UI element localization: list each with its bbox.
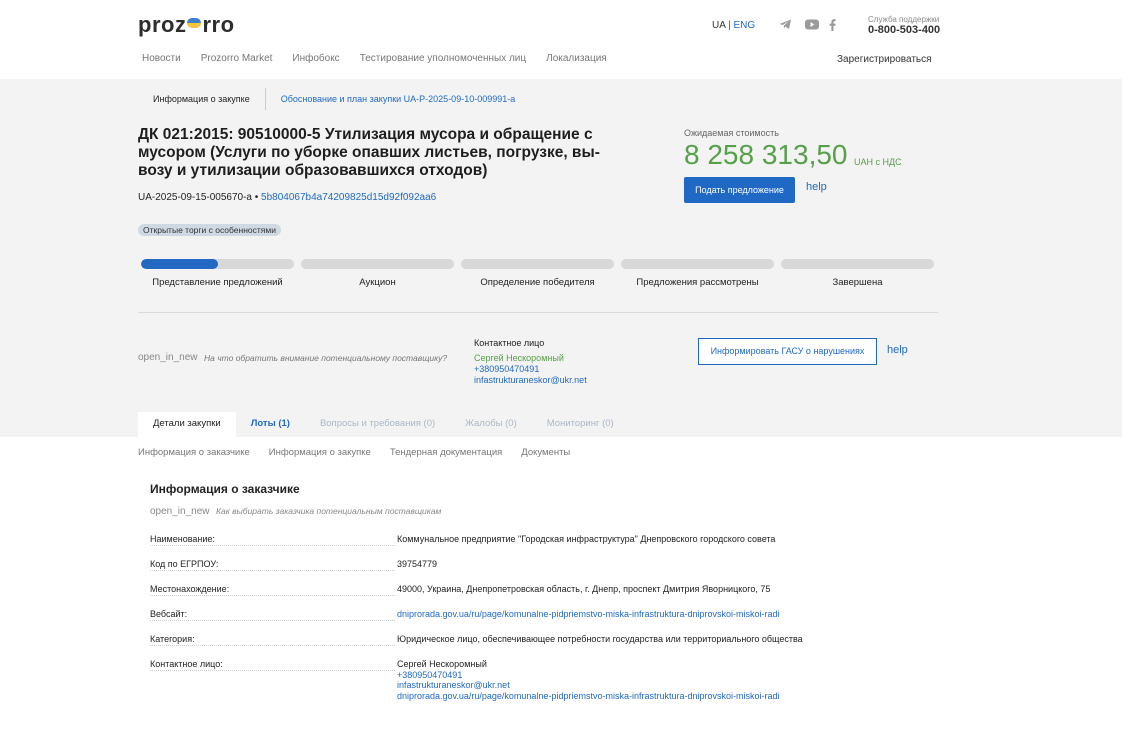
nav-news[interactable]: Новости — [142, 53, 181, 64]
tender-hash[interactable]: 5b804067b4a74209825d15d92f092aa6 — [261, 192, 436, 203]
website-link[interactable]: dniprorada.gov.ua/ru/page/komunalne-pidp… — [397, 609, 837, 620]
nav-prozorro-market[interactable]: Prozorro Market — [201, 53, 273, 64]
info-key: Категория: — [150, 634, 395, 646]
tab-lots[interactable]: Лоты (1) — [236, 412, 305, 437]
nav-localization[interactable]: Локализация — [546, 53, 607, 64]
contact-email[interactable]: infastrukturaneskor@ukr.net — [474, 375, 587, 386]
report-violation-button[interactable]: Информировать ГАСУ о нарушениях — [698, 338, 877, 365]
stage-bar — [301, 259, 454, 269]
id-separator: • — [254, 192, 259, 203]
section-anchors: Информация о заказчике Информация о заку… — [138, 447, 589, 458]
anchor-tender-docs[interactable]: Тендерная документация — [390, 447, 502, 458]
stage-label: Предложения рассмотрены — [636, 277, 759, 288]
lang-separator: | — [728, 20, 731, 31]
info-value: 39754779 — [397, 559, 438, 569]
breadcrumb: Информация о закупке Обоснование и план … — [138, 87, 515, 111]
tab-details[interactable]: Детали закупки — [138, 412, 236, 437]
telegram-icon[interactable] — [779, 19, 792, 33]
info-value: Коммунальное предприятие "Городская инфр… — [397, 534, 776, 544]
stage-bar-fill — [141, 259, 218, 269]
info-key: Вебсайт: — [150, 609, 395, 621]
site-header: proz rro UA | ENG Служба поддержки 0-800-… — [0, 0, 1122, 79]
lang-ua[interactable]: UA — [712, 20, 725, 31]
stage-label: Представление предложений — [152, 277, 283, 288]
customer-hint-link[interactable]: Как выбирать заказчика потенциальным пос… — [216, 506, 441, 516]
open-in-new-icon[interactable]: open_in_new — [150, 506, 210, 517]
contact-name: Сергей Нескоромный — [474, 353, 564, 363]
stage-label: Определение победителя — [480, 277, 595, 288]
anchor-tender-info[interactable]: Информация о закупке — [269, 447, 371, 458]
info-key: Контактное лицо: — [150, 659, 395, 671]
support-phone[interactable]: 0-800-503-400 — [868, 24, 940, 36]
info-key: Местонахождение: — [150, 584, 395, 596]
submit-offer-button[interactable]: Подать предложение — [684, 177, 795, 203]
tab-complaints[interactable]: Жалобы (0) — [450, 412, 532, 437]
contact-info: Сергей Нескоромный +380950470491 infastr… — [397, 659, 837, 701]
stage-bar — [781, 259, 934, 269]
expected-cost-value: 8 258 313,50 — [684, 139, 848, 170]
info-value: Юридическое лицо, обеспечивающее потребн… — [397, 634, 803, 644]
lang-eng[interactable]: ENG — [734, 20, 756, 31]
tender-title: ДК 021:2015: 90510000-5 Утилизация мусор… — [138, 126, 600, 179]
stage-bar — [141, 259, 294, 269]
nav-testing[interactable]: Тестирование уполномоченных лиц — [360, 53, 526, 64]
stage-bar — [621, 259, 774, 269]
contact-website[interactable]: dniprorada.gov.ua/ru/page/komunalne-pidp… — [397, 691, 837, 702]
stage-label: Аукцион — [359, 277, 396, 288]
tab-monitoring[interactable]: Мониторинг (0) — [532, 412, 629, 437]
prozorro-logo[interactable]: proz rro — [138, 12, 235, 38]
youtube-icon[interactable] — [805, 19, 819, 33]
contact-name: Сергей Нескоромный — [397, 659, 487, 669]
language-switcher: UA | ENG — [712, 20, 755, 31]
stage-bar — [461, 259, 614, 269]
divider — [138, 312, 938, 313]
main-nav: Новости Prozorro Market Инфобокс Тестиро… — [142, 53, 627, 64]
info-value: 49000, Украина, Днепропетровская область… — [397, 584, 771, 594]
stage-label: Завершена — [832, 277, 883, 288]
info-key: Наименование: — [150, 534, 395, 546]
contact-title: Контактное лицо — [474, 338, 545, 348]
open-in-new-icon[interactable]: open_in_new — [138, 352, 198, 363]
tender-tabs: Детали закупки Лоты (1) Вопросы и требов… — [138, 412, 629, 437]
section-title: Информация о заказчике — [150, 482, 300, 496]
tender-ids: UA-2025-09-15-005670-a • 5b804067b4a7420… — [138, 192, 436, 203]
breadcrumb-current: Информация о закупке — [138, 88, 266, 110]
logo-mark-icon — [187, 18, 202, 29]
contact-person: Контактное лицо Сергей Нескоромный +3809… — [474, 338, 587, 386]
register-link[interactable]: Зарегистрироваться — [837, 54, 932, 65]
tender-id: UA-2025-09-15-005670-a — [138, 192, 252, 203]
supplier-attention-link[interactable]: На что обратить внимание потенциальному … — [204, 353, 447, 363]
info-key: Код по ЕГРПОУ: — [150, 559, 395, 571]
breadcrumb-plan-link[interactable]: Обоснование и план закупки UA-P-2025-09-… — [266, 94, 516, 104]
expected-cost-label: Ожидаемая стоимость — [684, 128, 779, 138]
contact-email[interactable]: infastrukturaneskor@ukr.net — [397, 680, 837, 691]
nav-infobox[interactable]: Инфобокс — [292, 53, 339, 64]
support-label: Служба поддержки — [868, 15, 940, 24]
contact-phone[interactable]: +380950470491 — [397, 670, 837, 681]
facebook-icon[interactable] — [829, 19, 836, 34]
tab-questions[interactable]: Вопросы и требования (0) — [305, 412, 450, 437]
anchor-customer-info[interactable]: Информация о заказчике — [138, 447, 250, 458]
help-link[interactable]: help — [887, 344, 908, 356]
expected-cost-unit: UAH с НДС — [854, 157, 902, 167]
help-link[interactable]: help — [806, 181, 827, 193]
anchor-documents[interactable]: Документы — [521, 447, 570, 458]
procedure-badge: Открытые торги с особенностями — [138, 224, 281, 236]
contact-phone[interactable]: +380950470491 — [474, 364, 587, 375]
